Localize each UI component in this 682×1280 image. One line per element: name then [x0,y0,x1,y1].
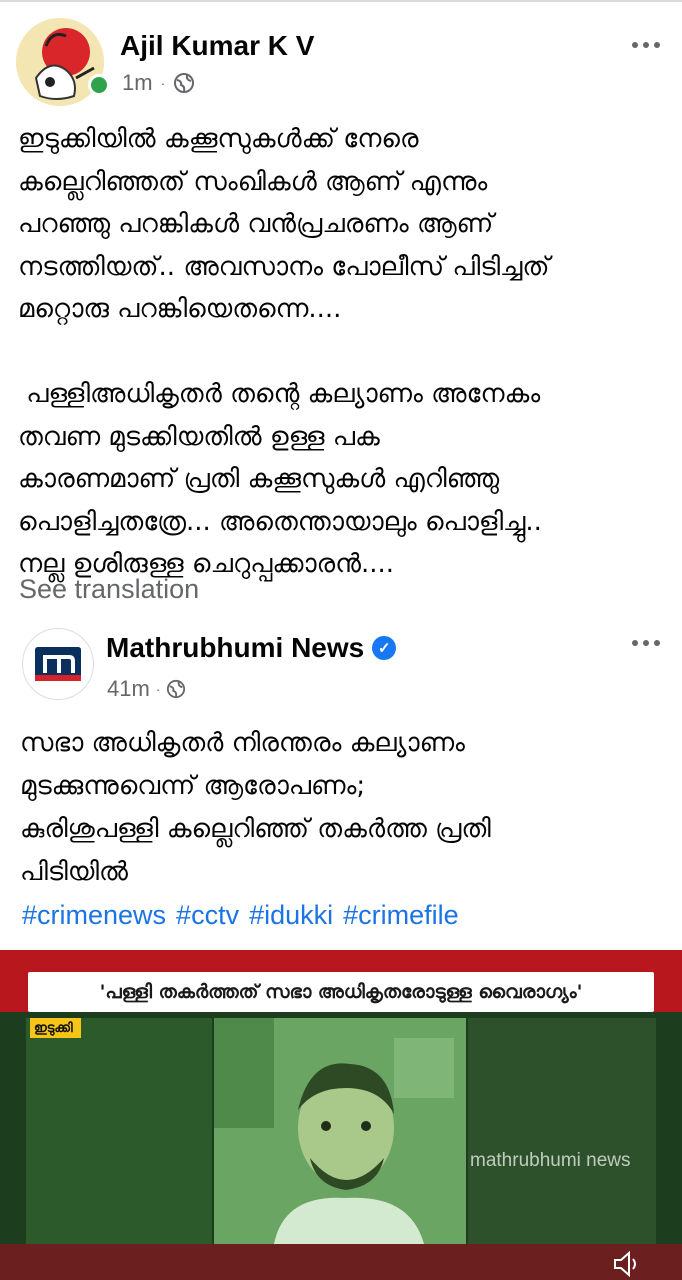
post-line: നടത്തിയത്.. അവസാനം പോലീസ് പിടിച്ചത് [18,251,550,282]
post-line: ഇടുക്കിയിൽ കക്കൂസുകൾക്ക് നേരെ [18,124,419,154]
volume-icon[interactable] [612,1250,642,1278]
video-frame-right [468,1018,656,1244]
see-translation-link[interactable]: See translation [19,574,199,605]
post-line: തവണ മുടക്കിയതിൽ ഉള്ള പക [18,421,380,452]
channel-watermark: mathrubhumi news [470,1150,631,1171]
video-bottom-strip [0,1244,682,1280]
post-text: ഇടുക്കിയിൽ കക്കൂസുകൾക്ക് നേരെ കല്ലെറിഞ്ഞ… [18,118,668,586]
video-frame-left [26,1018,212,1244]
post-line: പറഞ്ഞു പറങ്കികൾ വൻപ്രചരണം ആണ് [18,209,494,239]
shared-meta: 41m · [107,676,186,702]
post-author-name[interactable]: Ajil Kumar K V [120,30,314,62]
hashtag-list: #crimenews #cctv #idukki #crimefile [22,900,459,931]
shared-author-name[interactable]: Mathrubhumi News [106,632,364,664]
verified-badge-icon: ✓ [372,636,397,660]
hashtag-link[interactable]: #crimefile [343,900,459,931]
post-meta: 1m · [122,70,195,96]
shared-text: സഭാ അധികൃതർ നിരന്തരം കല്യാണം മുടക്കുന്നു… [20,722,670,894]
meta-separator: · [160,75,166,91]
top-divider [0,0,682,2]
post-line: കല്ലെറിഞ്ഞത് സംഖികൾ ആണ് എന്നും [18,166,488,197]
hashtag-link[interactable]: #idukki [249,900,333,931]
shared-author: Mathrubhumi News ✓ [106,632,397,664]
meta-separator: · [155,681,161,697]
post-line: കാരണമാണ് പ്രതി കക്കൂസുകൾ എറിഞ്ഞു [18,464,500,494]
hashtag-link[interactable]: #cctv [176,900,239,931]
video-headline: 'പള്ളി തകർത്തത് സഭാ അധികൃതരോടുള്ള വൈരാഗ്… [28,972,654,1012]
more-options-icon[interactable] [632,42,660,48]
mathrubhumi-logo-icon [35,647,81,681]
shared-page-avatar[interactable] [22,628,94,700]
shared-line: സഭാ അധികൃതർ നിരന്തരം കല്യാണം [20,728,465,758]
location-tag: ഇടുക്കി [30,1018,81,1038]
post-line: പള്ളിഅധികൃതർ തന്റെ കല്യാണം അനേകം [18,379,541,409]
video-frame-center [214,1018,466,1244]
hashtag-link[interactable]: #crimenews [22,900,166,931]
shared-time[interactable]: 41m [107,676,150,702]
globe-icon [174,73,195,93]
globe-icon [167,679,186,699]
shared-more-options-icon[interactable] [632,640,660,646]
post-line: പൊളിച്ചതത്രേ... അതെന്തായാലും പൊളിച്ചു.. [18,506,542,537]
shared-line: മുടക്കുന്നുവെന്ന് ആരോപണം; [20,771,366,801]
person-image [214,1018,466,1244]
location-label: ഇടുക്കി [34,1020,73,1036]
video-thumbnail[interactable]: 'പള്ളി തകർത്തത് സഭാ അധികൃതരോടുള്ള വൈരാഗ്… [0,950,682,1280]
post-line: മറ്റൊരു പറങ്കിയെതന്നെ.... [18,294,342,324]
post-time[interactable]: 1m [122,70,153,96]
shared-line: കുരിശുപള്ളി കല്ലെറിഞ്ഞ് തകർത്ത പ്രതി [20,814,491,844]
shared-line: പിടിയിൽ [20,857,128,887]
online-status-dot [88,74,110,96]
